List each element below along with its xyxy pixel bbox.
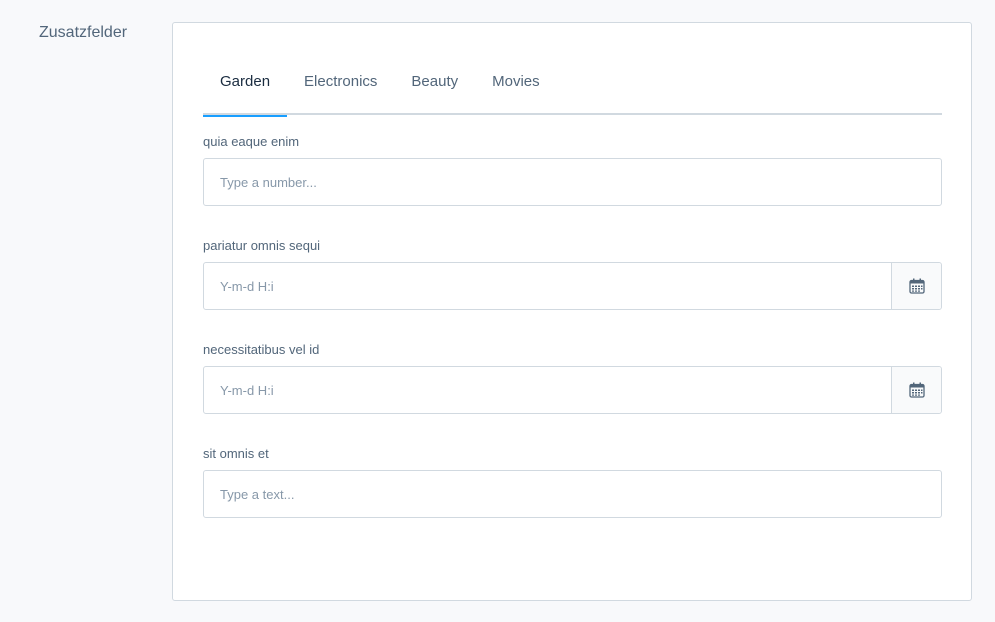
tab-beauty[interactable]: Beauty bbox=[394, 59, 475, 115]
tab-garden[interactable]: Garden bbox=[203, 59, 288, 117]
number-input-wrapper bbox=[203, 158, 942, 206]
tab-movies[interactable]: Movies bbox=[475, 59, 557, 115]
field-pariatur-omnis-sequi: pariatur omnis sequi bbox=[203, 236, 942, 310]
calendar-button[interactable] bbox=[891, 367, 941, 413]
text-input[interactable] bbox=[204, 471, 941, 517]
section-title: Zusatzfelder bbox=[39, 24, 128, 41]
datetime-input-wrapper bbox=[203, 366, 942, 414]
calendar-icon bbox=[908, 278, 925, 294]
tab-bar: Garden Electronics Beauty Movies bbox=[203, 59, 942, 117]
field-sit-omnis-et: sit omnis et bbox=[203, 444, 942, 518]
number-input[interactable] bbox=[204, 159, 941, 205]
custom-fields-card: Garden Electronics Beauty Movies quia ea… bbox=[172, 22, 972, 601]
calendar-button[interactable] bbox=[891, 263, 941, 309]
field-necessitatibus-vel-id: necessitatibus vel id bbox=[203, 340, 942, 414]
field-label: pariatur omnis sequi bbox=[203, 238, 321, 253]
datetime-input[interactable] bbox=[204, 263, 891, 309]
field-label: sit omnis et bbox=[203, 446, 269, 461]
calendar-icon bbox=[908, 382, 925, 398]
field-label: quia eaque enim bbox=[203, 134, 300, 149]
field-quia-eaque-enim: quia eaque enim bbox=[203, 132, 942, 206]
text-input-wrapper bbox=[203, 470, 942, 518]
datetime-input[interactable] bbox=[204, 367, 891, 413]
tab-electronics[interactable]: Electronics bbox=[287, 59, 394, 115]
datetime-input-wrapper bbox=[203, 262, 942, 310]
field-label: necessitatibus vel id bbox=[203, 342, 320, 357]
